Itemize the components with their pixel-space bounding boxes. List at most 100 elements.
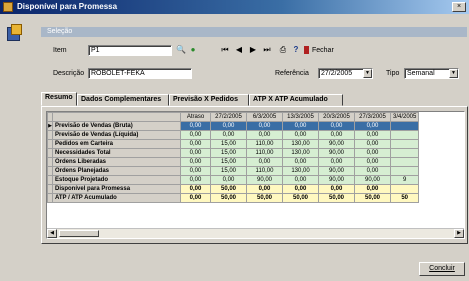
next-record-icon[interactable]: ▶ (248, 45, 258, 55)
grid-cell[interactable]: 50,00 (210, 184, 247, 194)
grid-cell[interactable]: 90,00 (318, 175, 355, 185)
grid-cell[interactable]: 0,00 (282, 184, 319, 194)
type-select[interactable]: Semanal ▼ (404, 68, 459, 79)
grid-cell[interactable]: 0,00 (180, 157, 211, 167)
grid-cell[interactable]: 0,00 (180, 175, 211, 185)
grid-cell[interactable]: 50 (389, 193, 420, 203)
table-row[interactable]: Estoque Projetado 0,00 0,00 90,00 0,00 90,00 9… (47, 175, 420, 185)
grid-cell[interactable]: 90,00 (354, 175, 391, 185)
grid-cell[interactable]: 130,00 (282, 148, 319, 158)
grid-cell[interactable]: 0,00 (180, 166, 211, 176)
grid-cell[interactable] (389, 166, 420, 176)
grid-cell[interactable]: 0,00 (318, 130, 355, 140)
chevron-down-icon[interactable]: ▼ (449, 69, 458, 78)
help-icon[interactable]: ? (291, 45, 301, 55)
window-close-button[interactable]: × (452, 2, 466, 12)
grid-cell[interactable]: 0,00 (180, 193, 211, 203)
print-icon[interactable]: ⎙ (278, 45, 288, 55)
grid-cell[interactable]: 0,00 (354, 166, 391, 176)
go-icon[interactable]: ● (188, 45, 198, 55)
grid-cell[interactable]: 0,00 (354, 184, 391, 194)
table-row[interactable]: Pedidos em Carteira 0,00 15,00 110,00 130,00… (47, 139, 420, 149)
scroll-right-icon[interactable]: ▶ (454, 229, 464, 238)
tab-atp-acumulado[interactable]: ATP X ATP Acumulado (249, 94, 343, 106)
grid-cell[interactable]: 0,00 (210, 175, 247, 185)
grid-cell[interactable] (389, 139, 420, 149)
grid-cell[interactable]: 9 (389, 175, 420, 185)
grid-cell[interactable]: 0,00 (246, 121, 283, 131)
grid-cell[interactable]: 0,00 (180, 121, 211, 131)
grid-cell[interactable]: 110,00 (246, 148, 283, 158)
grid-cell[interactable]: 0,00 (282, 130, 319, 140)
table-row[interactable]: Ordens Planejadas 0,00 15,00 110,00 130,00 90… (47, 166, 420, 176)
grid-cell[interactable]: 0,00 (282, 157, 319, 167)
grid-cell[interactable]: 50,00 (318, 193, 355, 203)
grid-cell[interactable]: 130,00 (282, 139, 319, 149)
horizontal-scrollbar[interactable]: ◀ ▶ (47, 228, 464, 238)
reference-date-combo[interactable]: 27/2/2005 ▼ (318, 68, 373, 79)
grid-cell[interactable]: 0,00 (318, 157, 355, 167)
grid-cell[interactable] (389, 184, 420, 194)
grid-cell[interactable]: 110,00 (246, 139, 283, 149)
grid-cell[interactable]: 0,00 (318, 184, 355, 194)
table-row[interactable]: ATP / ATP Acumulado 0,00 50,00 50,00 50,00 50… (47, 193, 420, 203)
data-grid[interactable]: Atraso 27/2/2005 6/3/2005 13/3/2005 20/3/200… (46, 111, 465, 239)
grid-cell[interactable]: 0,00 (354, 130, 391, 140)
grid-cell[interactable]: 0,00 (354, 157, 391, 167)
grid-cell[interactable]: 15,00 (210, 148, 247, 158)
grid-cell[interactable]: 0,00 (246, 184, 283, 194)
grid-cell[interactable]: 0,00 (210, 121, 247, 131)
grid-cell[interactable]: 50,00 (210, 193, 247, 203)
grid-cell[interactable]: 130,00 (282, 166, 319, 176)
grid-cell[interactable] (389, 121, 420, 131)
grid-cell[interactable]: 15,00 (210, 166, 247, 176)
grid-cell[interactable]: 110,00 (246, 166, 283, 176)
tab-resumo[interactable]: Resumo (41, 92, 77, 106)
grid-cell[interactable]: 15,00 (210, 157, 247, 167)
table-row[interactable]: Disponível para Promessa 0,00 50,00 0,00 0,0… (47, 184, 420, 194)
grid-cell[interactable]: 0,00 (246, 130, 283, 140)
grid-cell[interactable]: 0,00 (180, 184, 211, 194)
grid-cell[interactable]: 90,00 (318, 148, 355, 158)
grid-cell[interactable]: 90,00 (318, 166, 355, 176)
grid-cell[interactable]: 0,00 (180, 130, 211, 140)
close-toolbar-label[interactable]: Fechar (312, 47, 334, 54)
first-record-icon[interactable]: ⏮ (220, 45, 230, 55)
grid-cell[interactable]: 0,00 (246, 157, 283, 167)
table-row[interactable]: ▶ Previsão de Vendas (Bruta) 0,00 0,00 0,00 0… (47, 121, 420, 131)
grid-cell[interactable]: 0,00 (354, 139, 391, 149)
item-field[interactable]: P1 (88, 45, 172, 56)
tab-previsao-pedidos[interactable]: Previsão X Pedidos (169, 94, 249, 106)
scroll-left-icon[interactable]: ◀ (47, 229, 57, 238)
last-record-icon[interactable]: ⏭ (262, 45, 272, 55)
conclude-button[interactable]: Concluir (419, 262, 465, 276)
previous-record-icon[interactable]: ◀ (234, 45, 244, 55)
grid-cell[interactable]: 0,00 (180, 139, 211, 149)
grid-cell[interactable] (389, 130, 420, 140)
row-label: Ordens Liberadas (52, 157, 181, 167)
chevron-down-icon[interactable]: ▼ (363, 69, 372, 78)
scroll-thumb[interactable] (59, 230, 99, 237)
description-field[interactable]: ROBOLET-FEKA (88, 68, 192, 79)
grid-cell[interactable]: 0,00 (354, 121, 391, 131)
table-row[interactable]: Necessidades Total 0,00 15,00 110,00 130,00 9… (47, 148, 420, 158)
table-row[interactable]: Ordens Liberadas 0,00 15,00 0,00 0,00 0,00 0,0… (47, 157, 420, 167)
search-icon[interactable]: 🔍 (176, 45, 186, 55)
grid-cell[interactable]: 90,00 (246, 175, 283, 185)
grid-cell[interactable]: 0,00 (354, 148, 391, 158)
grid-cell[interactable]: 0,00 (180, 148, 211, 158)
grid-cell[interactable] (389, 157, 420, 167)
grid-cell[interactable]: 0,00 (282, 175, 319, 185)
grid-cell[interactable]: 0,00 (282, 121, 319, 131)
grid-cell[interactable]: 90,00 (318, 139, 355, 149)
table-row[interactable]: Previsão de Vendas (Líquida) 0,00 0,00 0,00… (47, 130, 420, 140)
grid-cell[interactable] (389, 148, 420, 158)
grid-cell[interactable]: 50,00 (282, 193, 319, 203)
grid-cell[interactable]: 50,00 (246, 193, 283, 203)
grid-cell[interactable]: 50,00 (354, 193, 391, 203)
grid-cell[interactable]: 0,00 (210, 130, 247, 140)
grid-cell[interactable]: 15,00 (210, 139, 247, 149)
grid-cell[interactable]: 0,00 (318, 121, 355, 131)
tab-dados-complementares[interactable]: Dados Complementares (77, 94, 169, 106)
exit-door-icon[interactable] (304, 46, 309, 54)
